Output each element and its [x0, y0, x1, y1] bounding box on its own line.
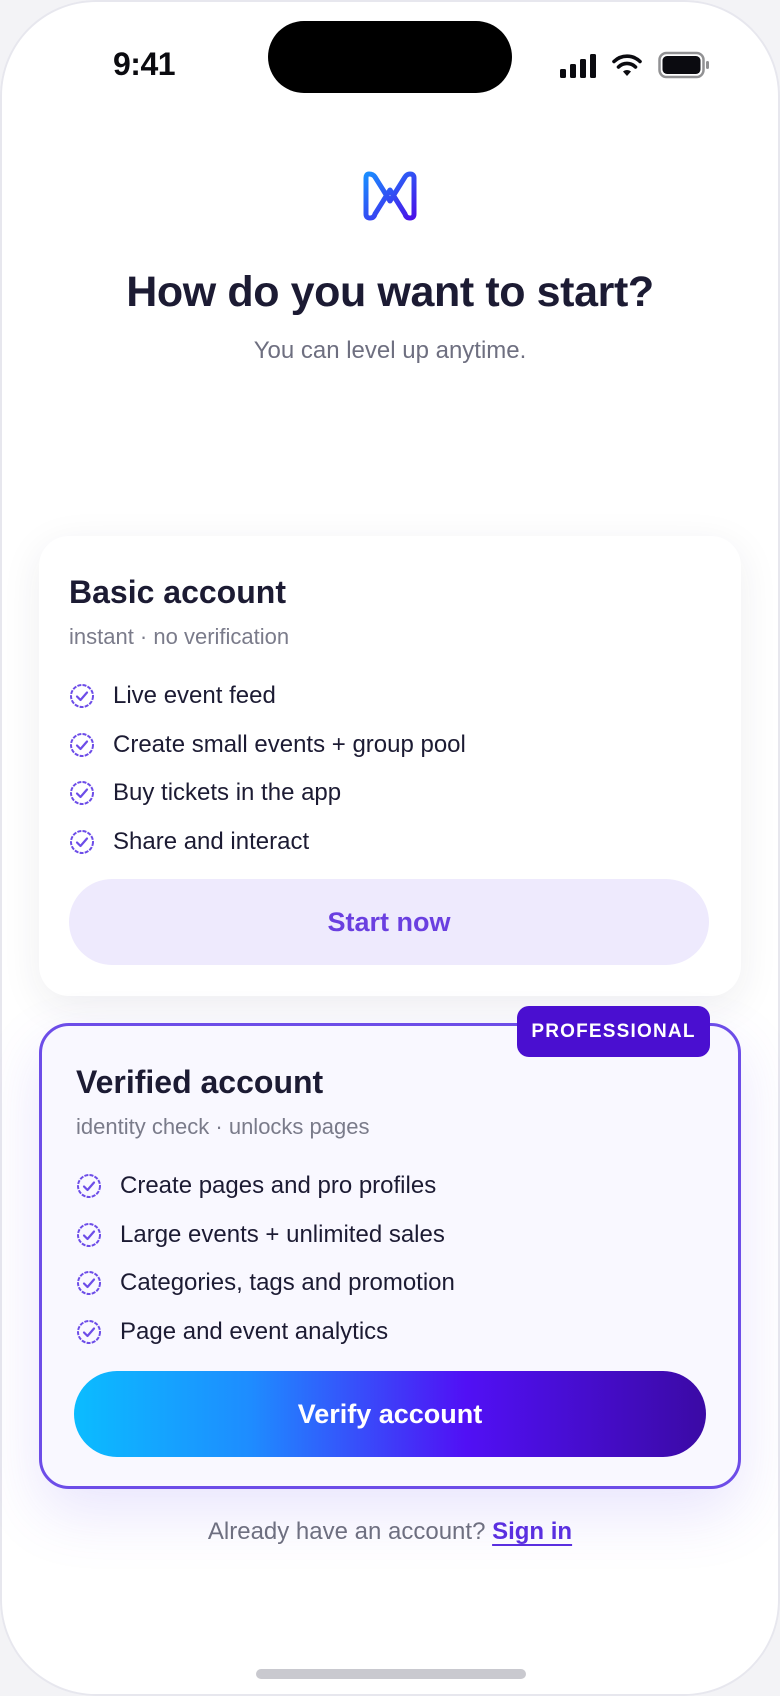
verified-account-card: Verified account identity check · unlock… [39, 1023, 741, 1489]
feature-item: Live event feed [69, 672, 466, 721]
start-now-button[interactable]: Start now [69, 879, 709, 965]
check-badge-icon [70, 781, 94, 806]
check-badge-icon [77, 1271, 101, 1296]
status-time: 9:41 [113, 46, 176, 82]
check-badge-icon [70, 684, 94, 709]
feature-item: Large events + unlimited sales [76, 1211, 455, 1260]
signin-prompt-text: Already have an account? [207, 1518, 486, 1545]
feature-label: Create small events + group pool [113, 730, 466, 758]
feature-label: Page and event analytics [120, 1317, 389, 1345]
feature-item: Buy tickets in the app [69, 769, 466, 818]
page-title: How do you want to start? [126, 268, 654, 316]
basic-card-subtitle: instant · no verification [69, 624, 290, 649]
app-logo-icon [363, 171, 417, 221]
feature-label: Live event feed [113, 682, 276, 710]
feature-item: Categories, tags and promotion [76, 1259, 455, 1308]
wifi-icon [612, 54, 642, 76]
feature-label: Share and interact [113, 827, 310, 855]
basic-feature-list: Live event feed Create small events + gr… [69, 672, 466, 866]
feature-label: Categories, tags and promotion [120, 1269, 455, 1297]
verified-feature-list: Create pages and pro profiles Large even… [76, 1162, 455, 1356]
feature-item: Create small events + group pool [69, 721, 466, 770]
phone-screen: 9:41 How do you want to start? You can l… [0, 0, 780, 1696]
basic-account-card: Basic account instant · no verification … [39, 536, 741, 996]
dynamic-island [268, 21, 512, 93]
check-badge-icon [77, 1174, 101, 1199]
signin-prompt: Already have an account? Sign in [0, 1518, 780, 1546]
professional-badge: PROFESSIONAL [517, 1006, 710, 1057]
sign-in-link[interactable]: Sign in [492, 1518, 572, 1545]
check-badge-icon [70, 732, 94, 757]
feature-item: Create pages and pro profiles [76, 1162, 455, 1211]
verify-account-button[interactable]: Verify account [74, 1371, 706, 1457]
page-subtitle: You can level up anytime. [253, 337, 527, 364]
check-badge-icon [77, 1222, 101, 1247]
basic-card-title: Basic account [69, 574, 286, 610]
home-indicator[interactable] [256, 1669, 526, 1679]
feature-label: Large events + unlimited sales [120, 1220, 445, 1248]
check-badge-icon [70, 829, 94, 854]
signal-icon [560, 54, 596, 78]
verified-card-title: Verified account [76, 1064, 324, 1100]
battery-icon [658, 51, 709, 79]
feature-item: Page and event analytics [76, 1308, 455, 1357]
feature-label: Buy tickets in the app [113, 779, 342, 807]
feature-item: Share and interact [69, 818, 466, 867]
check-badge-icon [77, 1319, 101, 1344]
feature-label: Create pages and pro profiles [120, 1172, 437, 1200]
verified-card-subtitle: identity check · unlocks pages [76, 1114, 370, 1139]
